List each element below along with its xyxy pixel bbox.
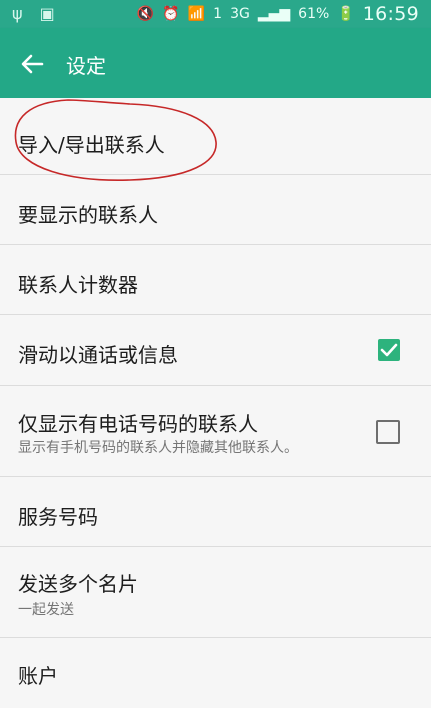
sim-slot: 1 [213,6,223,22]
setting-subtitle: 一起发送 [18,602,74,618]
setting-label: 仅显示有电话号码的联系人 [18,412,258,436]
image-icon: ▣ [39,4,55,23]
status-left: ψ ▣ [12,4,67,23]
battery-percent: 61% [298,6,330,22]
wifi-icon: 📶 [187,6,206,22]
status-bar: ψ ▣ 🔇 ⏰ 📶 1 3G ▂▄▆ 61% 🔋 16:59 [0,0,431,28]
setting-contact-counter[interactable]: 联系人计数器 [0,245,431,315]
setting-subtitle: 显示有手机号码的联系人并隐藏其他联系人。 [18,440,298,456]
setting-label: 服务号码 [18,505,98,529]
check-icon [380,343,398,357]
settings-list: 导入/导出联系人 要显示的联系人 联系人计数器 滑动以通话或信息 仅显示有电话号… [0,98,431,708]
mute-icon: 🔇 [136,6,155,22]
back-button[interactable] [16,48,48,80]
app-bar: 设定 [0,28,431,98]
setting-label: 账户 [18,664,58,688]
page-title: 设定 [66,54,106,78]
setting-label: 联系人计数器 [18,273,138,297]
setting-service-numbers[interactable]: 服务号码 [0,477,431,547]
usb-icon: ψ [12,4,23,23]
alarm-icon: ⏰ [162,6,180,22]
arrow-left-icon [21,54,44,74]
setting-import-export[interactable]: 导入/导出联系人 [0,98,431,175]
battery-icon: 🔋 [337,6,355,22]
phone-only-checkbox[interactable] [376,420,400,444]
setting-swipe-call-message[interactable]: 滑动以通话或信息 [0,315,431,386]
setting-label: 滑动以通话或信息 [18,343,178,367]
status-time: 16:59 [362,3,419,25]
setting-label: 要显示的联系人 [18,203,158,227]
setting-phone-only[interactable]: 仅显示有电话号码的联系人 显示有手机号码的联系人并隐藏其他联系人。 [0,386,431,477]
status-right: 🔇 ⏰ 📶 1 3G ▂▄▆ 61% 🔋 16:59 [137,3,419,25]
setting-accounts[interactable]: 账户 [0,638,431,708]
setting-contacts-to-display[interactable]: 要显示的联系人 [0,175,431,245]
swipe-checkbox[interactable] [378,339,400,361]
network-type: 3G [230,6,250,22]
setting-label: 导入/导出联系人 [18,133,165,157]
setting-send-namecards[interactable]: 发送多个名片 一起发送 [0,547,431,638]
setting-label: 发送多个名片 [18,572,138,596]
signal-icon: ▂▄▆ [257,6,291,22]
